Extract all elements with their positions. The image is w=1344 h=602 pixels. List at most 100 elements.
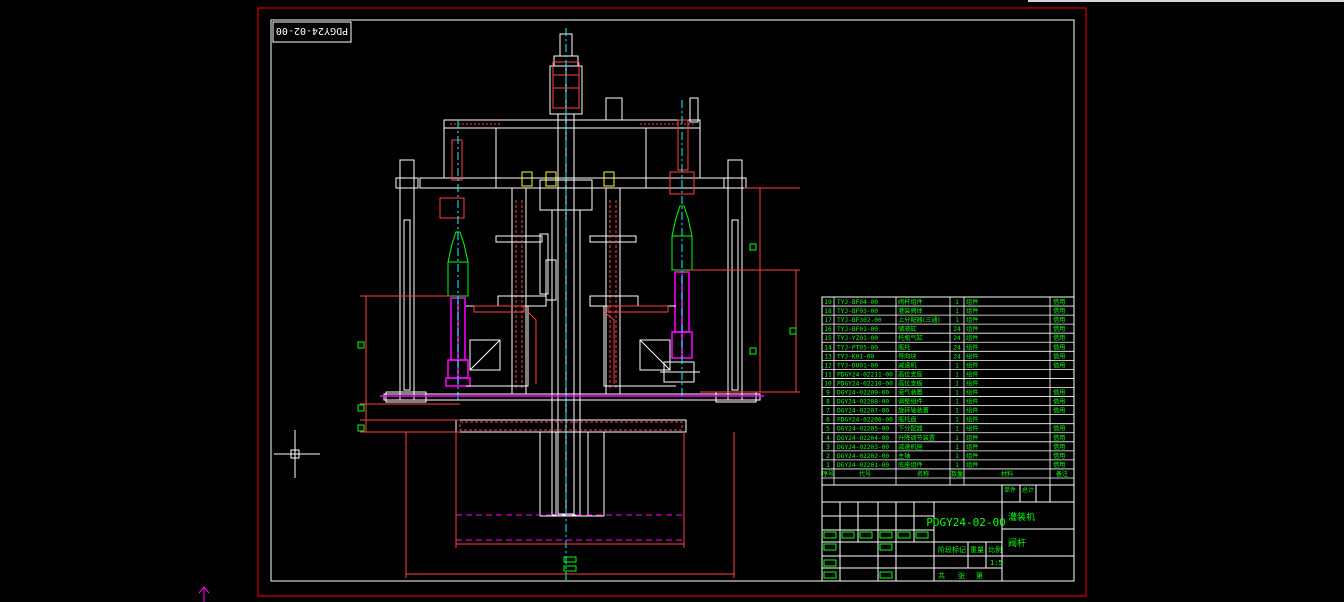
bom-item-material: 组件	[966, 443, 978, 451]
bom-item-no: 4	[826, 435, 830, 442]
bom-item-name: 底座组件	[898, 461, 923, 469]
bom-item-qty: 24	[953, 326, 961, 333]
bom-item-name: 上分配器(三通)	[898, 316, 940, 324]
bom-item-material: 组件	[966, 379, 978, 387]
bom-item-note: 借用	[1053, 352, 1065, 360]
label-sheet-no: 第	[976, 571, 983, 580]
toolbar-strip	[1028, 0, 1344, 2]
drawing-number-rotated: PDGY24-02-00	[276, 25, 348, 36]
drawing-number: PDGY24-02-00	[926, 516, 1005, 529]
bom-item-code: TYJ-YZ01-00	[837, 335, 878, 342]
bom-item-name: 减速机座	[898, 443, 923, 451]
bom-item-qty: 1	[955, 426, 959, 433]
bom-item-code: DGY24-02202-00	[837, 453, 889, 460]
bom-item-code: PDGY24-02210-00	[837, 380, 893, 387]
bom-item-note: 借用	[1053, 298, 1065, 306]
bom-item-no: 14	[824, 344, 832, 351]
bom-item-code: TYJ-BF03-00	[837, 308, 878, 315]
bom-item-no: 13	[824, 353, 832, 360]
bom-item-name: 液气装置	[898, 389, 923, 397]
bom-item-note: 借用	[1053, 334, 1065, 342]
bom-item-note: 借用	[1053, 425, 1065, 433]
crosshair-cursor-icon	[274, 430, 320, 478]
bom-item-material: 组件	[966, 398, 978, 406]
bom-item-material: 组件	[966, 325, 978, 333]
bom-item-qty: 1	[955, 435, 959, 442]
bom-item-qty: 24	[953, 353, 961, 360]
label-scale: 比例	[988, 545, 1002, 554]
bom-item-no: 10	[824, 380, 832, 387]
bom-item-note: 借用	[1053, 398, 1065, 406]
bom-item-note: 借用	[1053, 361, 1065, 369]
bom-item-qty: 24	[953, 335, 961, 342]
bom-item-material: 组件	[966, 307, 978, 315]
bom-item-qty: 1	[955, 444, 959, 451]
bom-item-name: 下分配器	[898, 425, 924, 433]
bom-item-name: 瓶托	[898, 343, 910, 351]
bom-item-name: 主轴	[898, 452, 910, 460]
bom-item-qty: 1	[955, 399, 959, 406]
bom-item-no: 15	[824, 335, 832, 342]
bom-table: 19 TYJ-BF04-00 阀杆组件 1 组件 借用18 TYJ-BF03-00 灌装阀体 1…	[821, 296, 1075, 486]
bom-item-material: 组件	[966, 352, 978, 360]
outer-frame-red	[257, 7, 1087, 597]
bom-item-name: 高位支板	[898, 379, 923, 387]
bom-item-note: 借用	[1053, 452, 1065, 460]
bom-item-material: 组件	[966, 452, 978, 460]
bom-item-no: 2	[826, 453, 830, 460]
bom-item-qty: 1	[955, 362, 959, 369]
bom-item-note: 借用	[1053, 307, 1065, 315]
bom-item-note: 借用	[1053, 343, 1065, 351]
bom-item-code: TYJ-BF01-00	[837, 326, 878, 333]
bom-item-no: 11	[824, 371, 832, 378]
bom-item-note: 借用	[1053, 325, 1065, 333]
bom-item-no: 7	[826, 408, 830, 415]
label-total-weight: 总计	[1022, 486, 1034, 494]
bom-item-no: 18	[824, 308, 832, 315]
bom-item-material: 组件	[966, 370, 978, 378]
bom-item-material: 组件	[966, 434, 978, 442]
bom-header-material: 材料	[1001, 470, 1013, 478]
bom-item-no: 6	[826, 417, 830, 424]
bom-item-name: 阀杆组件	[898, 298, 923, 306]
bom-item-name: 高位支座	[898, 370, 923, 378]
bom-item-qty: 24	[953, 344, 961, 351]
bom-item-no: 17	[824, 317, 832, 324]
bom-item-material: 组件	[966, 334, 978, 342]
bom-item-material: 组件	[966, 425, 978, 433]
bom-header-note: 备注	[1056, 470, 1068, 478]
label-stage-mark: 阶段标记	[938, 545, 966, 554]
bom-item-qty: 1	[955, 417, 959, 424]
bom-item-code: DGY24-02207-00	[837, 408, 889, 415]
bom-item-material: 组件	[966, 361, 978, 369]
bom-item-code: DGY24-02203-00	[837, 444, 889, 451]
bom-item-no: 5	[826, 426, 830, 433]
scale-value: 1:5	[990, 559, 1003, 567]
bom-item-no: 16	[824, 326, 832, 333]
bom-item-code: TYJ-K01-00	[837, 353, 875, 360]
bom-item-qty: 1	[955, 371, 959, 378]
bom-item-name: 灌装阀体	[898, 307, 924, 315]
bom-item-qty: 1	[955, 408, 959, 415]
cad-drawing-canvas[interactable]: PDGY24-02-00 19 TYJ-BF04-00 阀杆组件 1 组件 借用…	[0, 0, 1344, 602]
bom-item-material: 组件	[966, 316, 978, 324]
label-sheets: 共	[938, 571, 945, 580]
bom-item-material: 组件	[966, 416, 978, 424]
bom-item-name: 升降调节装置	[898, 434, 935, 442]
bom-item-qty: 1	[955, 299, 959, 306]
label-weight: 重量	[970, 546, 984, 554]
label-unit-weight: 单件	[1004, 486, 1016, 494]
bom-item-code: DGY24-02201-00	[837, 462, 889, 469]
bom-item-name: 托瓶气缸	[898, 334, 923, 342]
bom-item-code: TYJ-BF302-00	[837, 317, 882, 324]
bom-item-no: 19	[824, 299, 832, 306]
bom-item-code: PDGY24-02206-00	[837, 417, 893, 424]
bom-item-material: 组件	[966, 461, 978, 469]
bom-item-qty: 1	[955, 308, 959, 315]
bom-item-note: 借用	[1053, 316, 1065, 324]
part-name: 阀杆	[1008, 537, 1026, 549]
bom-item-note: 借用	[1053, 461, 1065, 469]
bom-item-code: TYJ-BF04-00	[837, 299, 878, 306]
bom-item-no: 1	[826, 462, 830, 469]
bom-item-qty: 1	[955, 390, 959, 397]
